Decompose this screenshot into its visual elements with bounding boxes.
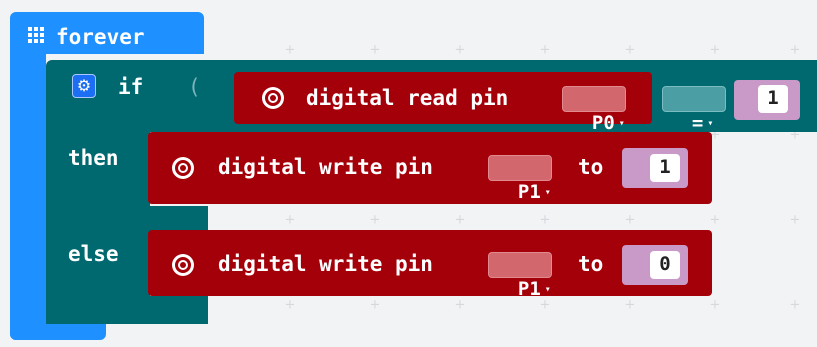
chevron-down-icon: ▾ xyxy=(544,283,551,295)
pin-radio-icon xyxy=(172,157,194,179)
pin-radio-icon xyxy=(172,254,194,276)
read-pin-dropdown[interactable]: P0 ▾ xyxy=(562,86,626,134)
grid-cross: + xyxy=(709,297,721,313)
else-pin-dropdown[interactable]: P1 ▾ xyxy=(488,252,552,300)
grid-cross: + xyxy=(539,212,551,228)
gear-icon[interactable]: ⚙ xyxy=(72,74,96,98)
grid-cross: + xyxy=(284,212,296,228)
grid-cross: + xyxy=(709,212,721,228)
operator-dropdown[interactable]: = ▾ xyxy=(662,86,726,134)
grid-cross: + xyxy=(539,42,551,58)
else-write-label: digital write pin xyxy=(218,252,433,276)
digital-read-label: digital read pin xyxy=(306,86,509,110)
then-write-label: digital write pin xyxy=(218,155,433,179)
then-value-field[interactable]: 1 xyxy=(650,154,680,182)
operator-value: = xyxy=(691,112,704,134)
else-label: else xyxy=(68,242,119,266)
grid-cross: + xyxy=(284,42,296,58)
else-value-field[interactable]: 0 xyxy=(650,251,680,279)
if-label: if xyxy=(118,75,144,99)
chevron-down-icon: ▾ xyxy=(707,117,714,129)
then-pin-dropdown[interactable]: P1 ▾ xyxy=(488,155,552,203)
then-pin-value: P1 xyxy=(517,181,541,203)
chevron-down-icon: ▾ xyxy=(618,117,625,129)
read-pin-value: P0 xyxy=(591,112,615,134)
grid-icon xyxy=(28,27,44,43)
forever-label: forever xyxy=(56,25,145,49)
grid-cross: + xyxy=(709,42,721,58)
grid-cross: + xyxy=(369,212,381,228)
grid-cross: + xyxy=(454,212,466,228)
grid-cross: + xyxy=(789,297,801,313)
grid-cross: + xyxy=(454,297,466,313)
grid-cross: + xyxy=(789,212,801,228)
grid-cross: + xyxy=(789,42,801,58)
grid-cross: + xyxy=(369,42,381,58)
grid-cross: + xyxy=(624,297,636,313)
grid-cross: + xyxy=(454,42,466,58)
grid-cross: + xyxy=(624,42,636,58)
chevron-down-icon: ▾ xyxy=(544,186,551,198)
pin-radio-icon xyxy=(262,87,284,109)
then-to-label: to xyxy=(578,155,604,179)
if-block-bottom xyxy=(46,296,208,324)
else-to-label: to xyxy=(578,252,604,276)
grid-cross: + xyxy=(284,297,296,313)
compare-value-field[interactable]: 1 xyxy=(758,85,788,113)
if-paren: ( xyxy=(188,75,201,99)
else-pin-value: P1 xyxy=(517,278,541,300)
if-else-divider xyxy=(46,206,208,232)
grid-cross: + xyxy=(624,212,636,228)
grid-cross: + xyxy=(369,297,381,313)
then-label: then xyxy=(68,146,119,170)
forever-block-left-arm xyxy=(10,50,46,340)
